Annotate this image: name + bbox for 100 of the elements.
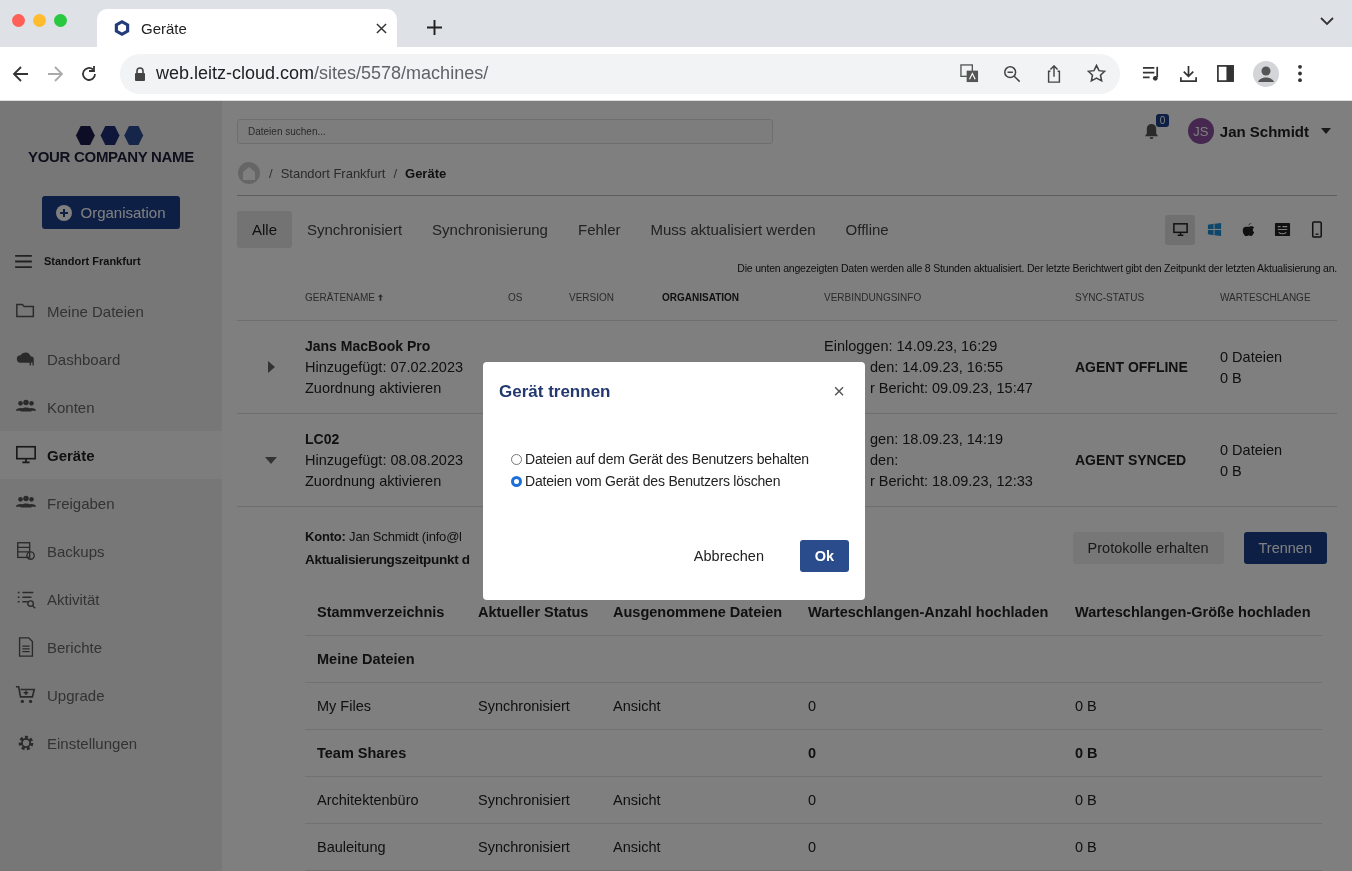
cart-icon bbox=[15, 684, 37, 706]
sidebar-item[interactable]: Dashboard bbox=[0, 335, 222, 383]
caret-right-icon[interactable] bbox=[265, 361, 277, 373]
side-panel-icon[interactable] bbox=[1216, 64, 1235, 83]
table-cell: Synchronisiert bbox=[478, 792, 570, 808]
connection-info: gen: 18.09.23, 14:19 bbox=[870, 431, 1004, 447]
column-header[interactable]: VERBINDUNGSINFO bbox=[824, 291, 922, 303]
column-header: Aktueller Status bbox=[478, 604, 589, 620]
column-header[interactable]: WARTESCHLANGE bbox=[1220, 291, 1311, 303]
bell-icon[interactable] bbox=[1143, 122, 1159, 140]
search-field[interactable]: Dateien suchen... bbox=[237, 118, 773, 144]
connection-info: den: 14.09.23, 16:55 bbox=[870, 359, 1004, 375]
profile-icon[interactable] bbox=[1253, 60, 1279, 87]
queue-info: 0 B bbox=[1220, 462, 1243, 479]
sidebar-item[interactable]: Upgrade bbox=[0, 671, 222, 719]
added-date: Hinzugefügt: 07.02.2023 bbox=[305, 359, 464, 375]
sort-arrow-icon[interactable] bbox=[378, 293, 383, 301]
chevron-down-icon[interactable] bbox=[1320, 16, 1334, 26]
filter-tab[interactable]: Fehler bbox=[562, 211, 636, 248]
radio-option[interactable]: Dateien vom Gerät des Benutzers löschen bbox=[499, 473, 849, 489]
queue-info: 0 Dateien bbox=[1220, 348, 1284, 365]
breadcrumb-separator: / bbox=[269, 165, 273, 181]
column-header[interactable]: ORGANISATION bbox=[662, 291, 740, 303]
desktop-icon[interactable] bbox=[1165, 214, 1195, 245]
logs-button[interactable]: Protokolle erhalten bbox=[1072, 532, 1224, 564]
close-icon[interactable] bbox=[376, 22, 387, 34]
sidebar-item[interactable]: Backups bbox=[0, 527, 222, 575]
column-header[interactable]: OS bbox=[508, 291, 523, 303]
table-cell: 0 bbox=[808, 792, 817, 808]
sync-status: AGENT OFFLINE bbox=[1075, 359, 1189, 375]
sidebar-item[interactable]: Geräte bbox=[0, 431, 222, 479]
download-icon[interactable] bbox=[1179, 64, 1198, 83]
lock-icon bbox=[134, 66, 146, 81]
close-button[interactable]: × bbox=[829, 380, 849, 403]
sync-status: AGENT SYNCED bbox=[1075, 452, 1188, 468]
table-cell: My Files bbox=[317, 698, 371, 714]
new-tab-icon[interactable] bbox=[427, 20, 442, 35]
zoom-out-icon[interactable] bbox=[1003, 64, 1021, 83]
table-cell: 0 B bbox=[1075, 792, 1097, 808]
table-cell: Ansicht bbox=[613, 698, 661, 714]
breadcrumb-separator: / bbox=[393, 165, 398, 181]
radio-icon[interactable] bbox=[511, 475, 522, 487]
translate-icon[interactable] bbox=[960, 64, 979, 83]
column-header[interactable]: SYNC-STATUS bbox=[1075, 291, 1145, 303]
reload-icon[interactable] bbox=[80, 64, 98, 83]
ok-button[interactable]: Ok bbox=[800, 540, 849, 572]
column-header: Ausgenommene Dateien bbox=[613, 604, 783, 620]
device-name: LC02 bbox=[305, 431, 341, 447]
filter-tab[interactable]: Synchronisierung bbox=[417, 211, 563, 248]
caret-down-icon[interactable] bbox=[265, 454, 277, 466]
company-name: YOUR COMPANY NAME bbox=[28, 148, 194, 165]
sidebar-item[interactable]: Aktivität bbox=[0, 575, 222, 623]
connection-info: Einloggen: 14.09.23, 16:29 bbox=[824, 338, 998, 354]
media-queue-icon[interactable] bbox=[1142, 64, 1161, 83]
disconnect-button[interactable]: Trennen bbox=[1243, 532, 1327, 564]
user-menu[interactable]: JS Jan Schmidt bbox=[1187, 118, 1331, 144]
breadcrumb-item: Geräte bbox=[405, 165, 447, 181]
back-arrow-icon[interactable] bbox=[12, 64, 30, 83]
filter-tab[interactable]: Alle bbox=[237, 211, 292, 248]
column-header[interactable]: VERSION bbox=[569, 291, 614, 303]
column-header[interactable]: GERÄTENAME bbox=[305, 291, 375, 303]
caret-down-icon bbox=[1321, 128, 1331, 134]
sidebar-item[interactable]: Meine Dateien bbox=[0, 287, 222, 335]
filter-tab[interactable]: Muss aktualisiert werden bbox=[635, 211, 831, 248]
organisation-button[interactable]: Organisation bbox=[42, 196, 180, 229]
column-header: Stammverzeichnis bbox=[317, 604, 445, 620]
sidebar-item[interactable]: Konten bbox=[0, 383, 222, 431]
column-header: Warteschlangen-Anzahl hochladen bbox=[808, 604, 1049, 620]
filter-tab[interactable]: Synchronisiert bbox=[292, 211, 418, 248]
plus-circle-icon bbox=[56, 204, 73, 221]
table-cell: 0 bbox=[808, 698, 817, 714]
table-cell: Meine Dateien bbox=[317, 651, 415, 667]
sidebar-item[interactable]: Einstellungen bbox=[0, 719, 222, 767]
browser-tab[interactable]: Geräte bbox=[97, 9, 397, 47]
filter-tab[interactable]: Offline bbox=[830, 211, 904, 248]
queue-info: 0 Dateien bbox=[1220, 441, 1284, 458]
table-cell: Architektenbüro bbox=[317, 792, 419, 808]
breadcrumb-item[interactable]: Standort Frankfurt bbox=[280, 165, 386, 181]
address-bar[interactable]: web.leitz-cloud.com/sites/5578/machines/ bbox=[120, 53, 1120, 94]
table-cell: 0 B bbox=[1075, 698, 1097, 714]
table-cell: 0 bbox=[808, 839, 817, 855]
menu-icon[interactable] bbox=[1297, 64, 1303, 83]
cancel-button[interactable]: Abbrechen bbox=[687, 547, 770, 565]
star-icon[interactable] bbox=[1087, 64, 1106, 83]
server-icon bbox=[15, 540, 37, 562]
connection-info: r Bericht: 09.09.23, 15:47 bbox=[870, 380, 1033, 396]
table-cell: Bauleitung bbox=[317, 839, 386, 855]
added-date: Hinzugefügt: 08.08.2023 bbox=[305, 452, 464, 468]
table-cell: Ansicht bbox=[613, 839, 661, 855]
radio-option[interactable]: Dateien auf dem Gerät des Benutzers behalten bbox=[499, 451, 849, 467]
connection-info: r Bericht: 18.09.23, 12:33 bbox=[870, 473, 1033, 489]
site-name: Standort Frankfurt bbox=[44, 255, 141, 267]
hexagon-logo-icon bbox=[113, 19, 131, 37]
share-icon[interactable] bbox=[1045, 64, 1063, 83]
sidebar-item[interactable]: Berichte bbox=[0, 623, 222, 671]
table-cell: 0 B bbox=[1075, 839, 1097, 855]
device-name: Jans MacBook Pro bbox=[305, 338, 432, 354]
update-time-label: Aktualisierungszeitpunkt d bbox=[305, 552, 470, 567]
sidebar-item[interactable]: Freigaben bbox=[0, 479, 222, 527]
queue-info: 0 B bbox=[1220, 369, 1243, 386]
